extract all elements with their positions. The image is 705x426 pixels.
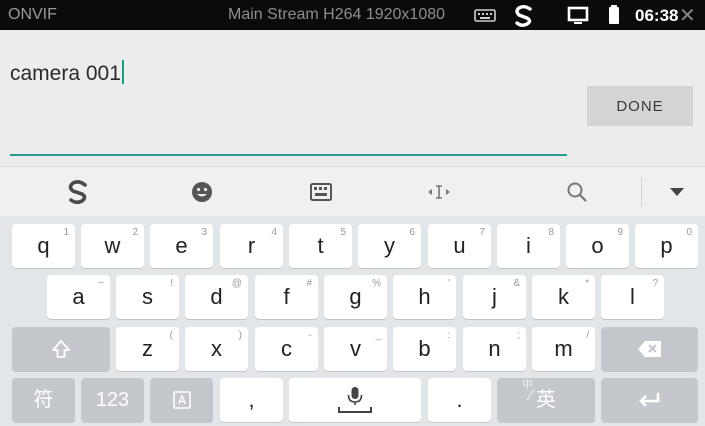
key-v[interactable]: v _ xyxy=(324,327,387,371)
key-z[interactable]: z( xyxy=(116,327,179,371)
text-mode-icon xyxy=(172,391,191,409)
backspace-key[interactable] xyxy=(601,327,698,371)
keyboard-icon xyxy=(474,4,496,31)
key-o[interactable]: o9 xyxy=(566,224,629,268)
key-k[interactable]: k * xyxy=(532,275,595,319)
key-w[interactable]: w2 xyxy=(81,224,144,268)
shift-key[interactable] xyxy=(12,327,110,371)
key-a[interactable]: a ~ xyxy=(47,275,110,319)
period-key[interactable]: . xyxy=(428,378,491,422)
sogou-logo-icon[interactable] xyxy=(48,167,108,217)
backspace-icon xyxy=(637,341,661,357)
cursor-move-icon[interactable] xyxy=(409,167,469,217)
collapse-icon[interactable] xyxy=(648,167,705,217)
clock: 06:38 xyxy=(635,6,679,25)
key-g[interactable]: g% xyxy=(324,275,387,319)
microphone-icon xyxy=(338,387,372,413)
status-bar: ONVIF Main Stream H264 1920x1080 06:38 ✕ xyxy=(0,0,705,30)
key-d[interactable]: d @ xyxy=(185,275,248,319)
key-p[interactable]: p0 xyxy=(635,224,698,268)
text-input[interactable]: camera 001 xyxy=(10,60,124,86)
key-s[interactable]: s! xyxy=(116,275,179,319)
input-mode-key[interactable] xyxy=(150,378,213,422)
app-name: ONVIF xyxy=(8,6,57,23)
key-x[interactable]: x) xyxy=(185,327,248,371)
key-i[interactable]: i8 xyxy=(497,224,560,268)
input-value: camera 001 xyxy=(10,62,121,85)
key-n[interactable]: n; xyxy=(463,327,526,371)
symbols-key[interactable]: 符 xyxy=(12,378,75,422)
key-q[interactable]: q1 xyxy=(12,224,75,268)
emoji-icon[interactable] xyxy=(172,167,232,217)
key-j[interactable]: j & xyxy=(463,275,526,319)
numbers-key[interactable]: 123 xyxy=(81,378,144,422)
done-button[interactable]: DONE xyxy=(587,86,693,126)
text-cursor xyxy=(121,60,124,84)
key-t[interactable]: t5 xyxy=(289,224,352,268)
enter-icon xyxy=(638,393,659,407)
shift-icon xyxy=(52,340,70,358)
key-h[interactable]: h ' xyxy=(393,275,456,319)
text-editor[interactable]: camera 001 DONE xyxy=(0,30,705,166)
key-m[interactable]: m / xyxy=(532,327,595,371)
key-f[interactable]: f # xyxy=(255,275,318,319)
key-u[interactable]: u7 xyxy=(428,224,491,268)
lang-label: 英 xyxy=(536,389,556,411)
search-icon[interactable] xyxy=(547,167,607,217)
space-key[interactable] xyxy=(289,378,421,422)
comma-key[interactable]: , xyxy=(220,378,283,422)
key-c[interactable]: c- xyxy=(255,327,318,371)
sogou-icon xyxy=(512,4,536,33)
soft-keyboard: q1 w2 e3 r4 t5 y6 u7 i8 o9 p0 a ~ s! d @ f… xyxy=(0,216,705,426)
enter-key[interactable] xyxy=(601,378,698,422)
screen-icon xyxy=(567,4,589,31)
stream-info: Main Stream H264 1920x1080 xyxy=(228,6,446,23)
key-y[interactable]: y6 xyxy=(358,224,421,268)
key-r[interactable]: r4 xyxy=(220,224,283,268)
key-l[interactable]: l? xyxy=(601,275,664,319)
toolbar-divider xyxy=(641,177,642,207)
input-underline xyxy=(10,154,567,156)
key-e[interactable]: e3 xyxy=(150,224,213,268)
battery-icon xyxy=(608,4,620,31)
key-b[interactable]: b: xyxy=(393,327,456,371)
keyboard-icon[interactable] xyxy=(291,167,351,217)
language-switch-key[interactable]: 中 ⁄ 英 xyxy=(497,378,595,422)
close-icon[interactable]: ✕ xyxy=(679,3,696,28)
ime-toolbar xyxy=(0,166,705,217)
